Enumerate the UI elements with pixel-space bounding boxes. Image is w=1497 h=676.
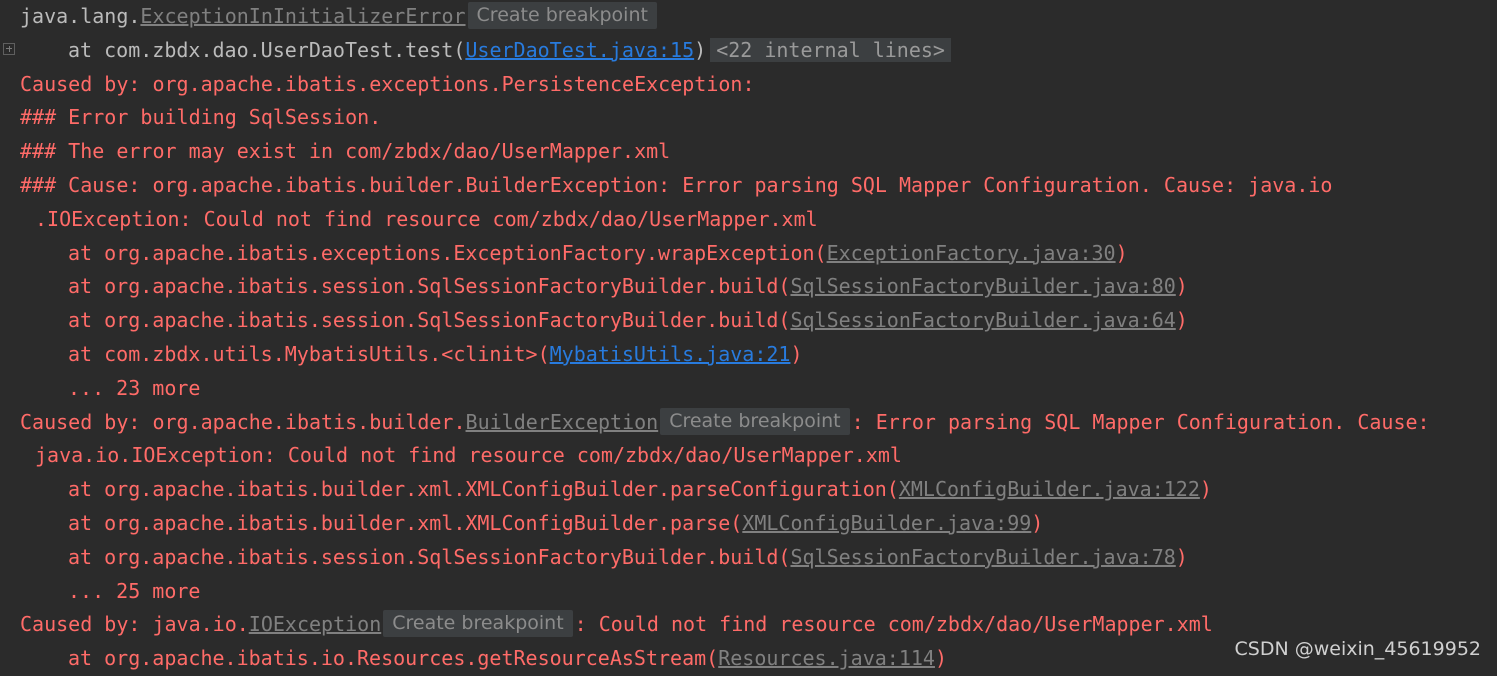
stack-frame-method: at org.apache.ibatis.session.SqlSessionF… [68, 274, 791, 299]
stack-frame-close: ) [1175, 544, 1188, 569]
exception-package: Caused by: java.io. [20, 612, 249, 637]
console-line-exception: java.lang.ExceptionInInitializerError Cre… [0, 0, 1497, 34]
stack-frame-close: ) [1175, 274, 1188, 299]
csdn-watermark: CSDN @weixin_45619952 [1234, 638, 1482, 661]
stack-frame: at org.apache.ibatis.exceptions.Exceptio… [0, 237, 1497, 271]
library-source-link[interactable]: Resources.java:114 [718, 646, 935, 670]
exception-message: : Could not find resource com/zbdx/dao/U… [574, 612, 1213, 637]
library-source-link[interactable]: SqlSessionFactoryBuilder.java:64 [790, 308, 1175, 332]
stack-frame-close: ) [694, 37, 707, 62]
internal-lines-fold[interactable]: <22 internal lines> [710, 37, 951, 62]
error-detail-line: ### The error may exist in com/zbdx/dao/… [20, 139, 671, 164]
more-frames-line: ... 25 more [68, 578, 201, 603]
source-link[interactable]: MybatisUtils.java:21 [550, 342, 791, 366]
exception-package: java.lang. [20, 4, 141, 28]
create-breakpoint-button[interactable]: Create breakpoint [467, 2, 657, 29]
stack-frame: at com.zbdx.dao.UserDaoTest.test(UserDao… [0, 34, 1497, 68]
more-frames-line: ... 23 more [68, 375, 201, 400]
source-link[interactable]: UserDaoTest.java:15 [465, 38, 694, 62]
library-source-link[interactable]: XMLConfigBuilder.java:122 [899, 477, 1200, 501]
error-detail-line: java.io.IOException: Could not find reso… [35, 443, 902, 468]
stack-frame: at com.zbdx.utils.MybatisUtils.<clinit>(… [0, 338, 1497, 372]
stack-frame-method: at org.apache.ibatis.exceptions.Exceptio… [68, 240, 827, 265]
exception-class-link[interactable]: ExceptionInInitializerError [140, 4, 465, 28]
library-source-link[interactable]: SqlSessionFactoryBuilder.java:80 [790, 274, 1175, 298]
exception-message: : Error parsing SQL Mapper Configuration… [851, 409, 1430, 434]
exception-class-link[interactable]: IOException [249, 612, 381, 636]
stack-frame-close: ) [790, 341, 803, 366]
stack-frame: at org.apache.ibatis.builder.xml.XMLConf… [0, 507, 1497, 541]
stack-frame-method: at org.apache.ibatis.io.Resources.getRes… [68, 646, 719, 671]
stack-frame-method: at org.apache.ibatis.session.SqlSessionF… [68, 308, 791, 333]
error-detail-line: ### Error building SqlSession. [20, 105, 382, 130]
library-source-link[interactable]: XMLConfigBuilder.java:99 [742, 511, 1031, 535]
caused-by-line: Caused by: org.apache.ibatis.builder.Bui… [0, 406, 1497, 440]
caused-by-line: Caused by: org.apache.ibatis.exceptions.… [20, 71, 767, 96]
stack-frame-method: at org.apache.ibatis.session.SqlSessionF… [68, 544, 791, 569]
create-breakpoint-button[interactable]: Create breakpoint [383, 610, 573, 638]
stack-frame: at org.apache.ibatis.session.SqlSessionF… [0, 541, 1497, 575]
create-breakpoint-button[interactable]: Create breakpoint [660, 407, 850, 435]
stack-frame-close: ) [1115, 240, 1128, 265]
stack-frame-method: at com.zbdx.dao.UserDaoTest.test( [68, 37, 466, 62]
exception-package: Caused by: org.apache.ibatis.builder. [20, 409, 466, 434]
stack-frame: at org.apache.ibatis.builder.xml.XMLConf… [0, 473, 1497, 507]
expand-fold-icon[interactable] [3, 42, 15, 55]
exception-class-link[interactable]: BuilderException [466, 410, 659, 434]
stack-frame: at org.apache.ibatis.session.SqlSessionF… [0, 270, 1497, 304]
stack-frame-close: ) [1199, 477, 1212, 502]
stack-frame-method: at org.apache.ibatis.builder.xml.XMLConf… [68, 510, 743, 535]
stack-frame-close: ) [934, 646, 948, 671]
error-detail-line: .IOException: Could not find resource co… [35, 206, 818, 231]
run-console-output[interactable]: java.lang.ExceptionInInitializerError Cre… [0, 0, 1497, 676]
library-source-link[interactable]: SqlSessionFactoryBuilder.java:78 [790, 545, 1175, 569]
stack-frame-method: at org.apache.ibatis.builder.xml.XMLConf… [68, 477, 899, 502]
stack-frame: at org.apache.ibatis.session.SqlSessionF… [0, 304, 1497, 338]
library-source-link[interactable]: ExceptionFactory.java:30 [827, 241, 1116, 265]
stack-frame-close: ) [1031, 510, 1044, 535]
stack-frame-close: ) [1175, 308, 1188, 333]
error-detail-line: ### Cause: org.apache.ibatis.builder.Bui… [20, 172, 1333, 197]
stack-frame-method: at com.zbdx.utils.MybatisUtils.<clinit>( [68, 341, 550, 366]
